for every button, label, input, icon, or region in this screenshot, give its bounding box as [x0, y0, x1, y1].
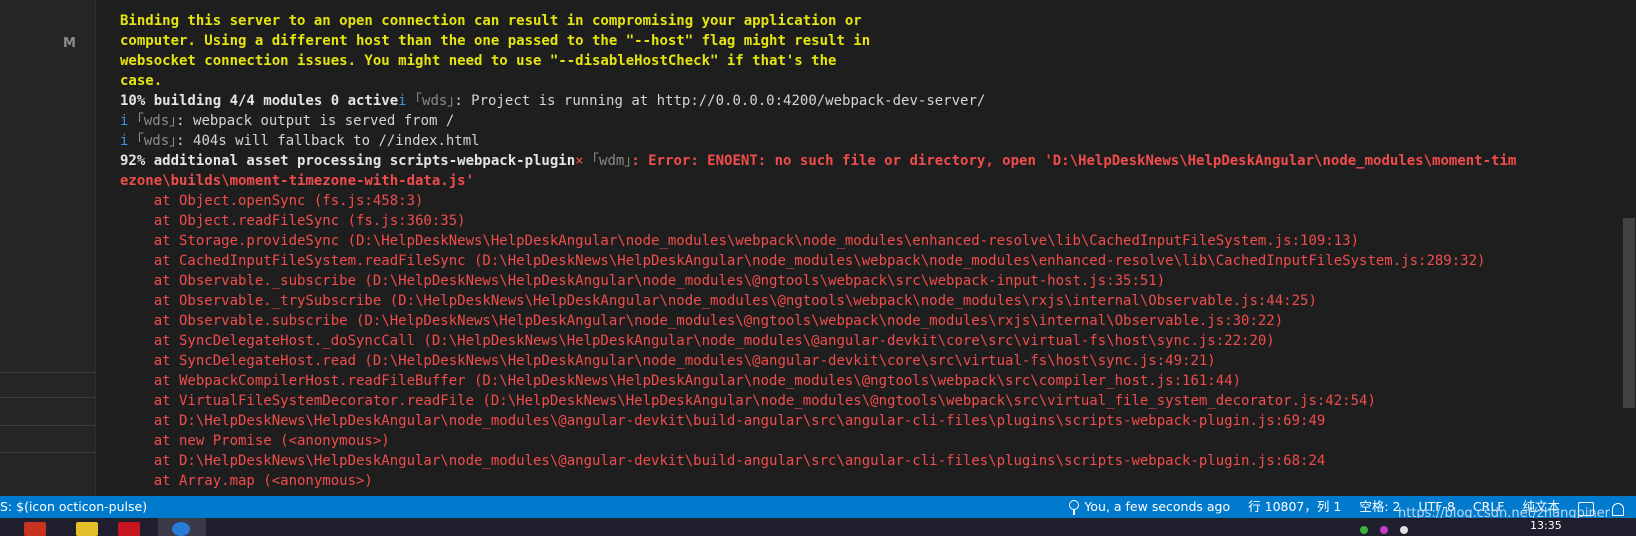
- terminal-text-segment: at Observable._trySubscribe (D:\HelpDesk…: [120, 293, 1317, 309]
- scrollbar-thumb[interactable]: [1623, 218, 1635, 408]
- vscode-taskbar-icon: [172, 522, 190, 536]
- terminal-text-segment: at Object.readFileSync (fs.js:360:35): [120, 213, 466, 229]
- terminal-text-segment: : Project is running at http://0.0.0.0:4…: [454, 93, 986, 109]
- terminal-line: i ｢wds｣: webpack output is served from /: [120, 111, 1618, 131]
- terminal-text-segment: ｢wds｣: [136, 133, 177, 149]
- git-blame-label: You, a few seconds ago: [1084, 499, 1231, 514]
- taskbar-app-icon[interactable]: [118, 522, 140, 536]
- terminal-line: at new Promise (<anonymous>): [120, 431, 1618, 451]
- terminal-text-segment: ｢wdm｣: [592, 153, 632, 169]
- terminal-scrollbar[interactable]: [1618, 0, 1636, 496]
- terminal-line: at SyncDelegateHost.read (D:\HelpDeskNew…: [120, 351, 1618, 371]
- terminal-text-segment: computer. Using a different host than th…: [120, 33, 871, 49]
- git-commit-icon: [1069, 500, 1080, 515]
- terminal-text-segment: at VirtualFileSystemDecorator.readFile (…: [120, 393, 1376, 409]
- terminal-line: at Array.map (<anonymous>): [120, 471, 1618, 491]
- terminal-text-segment: : webpack output is served from /: [176, 113, 455, 129]
- vscode-window: M Binding this server to an open connect…: [0, 0, 1636, 536]
- terminal-text-segment: Binding this server to an open connectio…: [120, 13, 862, 29]
- terminal-line: at Object.openSync (fs.js:458:3): [120, 191, 1618, 211]
- terminal-line: at Object.readFileSync (fs.js:360:35): [120, 211, 1618, 231]
- terminal-line: at WebpackCompilerHost.readFileBuffer (D…: [120, 371, 1618, 391]
- git-blame-item[interactable]: You, a few seconds ago: [1069, 496, 1230, 518]
- terminal-text-segment: ｢wds｣: [136, 113, 177, 129]
- terminal-line: at SyncDelegateHost._doSyncCall (D:\Help…: [120, 331, 1618, 351]
- terminal-text-segment: 10% building 4/4 modules 0 active: [120, 93, 399, 109]
- status-bar: S: $(icon octicon-pulse) You, a few seco…: [0, 496, 1636, 518]
- terminal-line: at Observable._trySubscribe (D:\HelpDesk…: [120, 291, 1618, 311]
- terminal-text-segment: case.: [120, 73, 163, 89]
- terminal-line: 10% building 4/4 modules 0 activei ｢wds｣…: [120, 91, 1618, 111]
- terminal-text-segment: at new Promise (<anonymous>): [120, 433, 390, 449]
- taskbar-active-app[interactable]: [158, 518, 206, 536]
- terminal-text-segment: i: [398, 93, 416, 109]
- taskbar-app-icon[interactable]: [24, 522, 46, 536]
- terminal-text-segment: at D:\HelpDeskNews\HelpDeskAngular\node_…: [120, 453, 1326, 469]
- terminal-text-segment: websocket connection issues. You might n…: [120, 53, 837, 69]
- terminal-text-segment: at Array.map (<anonymous>): [120, 473, 373, 489]
- terminal-output: Binding this server to an open connectio…: [120, 11, 1618, 491]
- terminal-text-segment: at CachedInputFileSystem.readFileSync (D…: [120, 253, 1486, 269]
- notifications-bell-icon[interactable]: [1612, 502, 1624, 516]
- terminal-text-segment: at Observable._subscribe (D:\HelpDeskNew…: [120, 273, 1166, 289]
- tray-icon[interactable]: [1380, 526, 1388, 534]
- terminal-line: Binding this server to an open connectio…: [120, 11, 1618, 31]
- terminal-panel[interactable]: Binding this server to an open connectio…: [96, 0, 1618, 496]
- terminal-text-segment: at Storage.provideSync (D:\HelpDeskNews\…: [120, 233, 1360, 249]
- status-left-item[interactable]: S: $(icon octicon-pulse): [0, 496, 147, 518]
- terminal-text-segment: ezone\builds\moment-timezone-with-data.j…: [120, 173, 475, 189]
- terminal-line: i ｢wds｣: 404s will fallback to //index.h…: [120, 131, 1618, 151]
- explorer-sidebar: M: [0, 0, 96, 496]
- terminal-line: 92% additional asset processing scripts-…: [120, 151, 1618, 171]
- terminal-text-segment: at Object.openSync (fs.js:458:3): [120, 193, 424, 209]
- terminal-text-segment: i: [120, 113, 137, 129]
- indentation-setting[interactable]: 空格: 2: [1359, 496, 1400, 518]
- terminal-line: at D:\HelpDeskNews\HelpDeskAngular\node_…: [120, 411, 1618, 431]
- terminal-line: case.: [120, 71, 1618, 91]
- terminal-text-segment: : Error: ENOENT: no such file or directo…: [631, 153, 1517, 169]
- cursor-position[interactable]: 行 10807，列 1: [1248, 496, 1341, 518]
- terminal-text-segment: : 404s will fallback to //index.html: [176, 133, 480, 149]
- terminal-text-segment: at Observable.subscribe (D:\HelpDeskNews…: [120, 313, 1284, 329]
- sidebar-divider: [0, 397, 95, 398]
- terminal-line: at Storage.provideSync (D:\HelpDeskNews\…: [120, 231, 1618, 251]
- terminal-text-segment: 92% additional asset processing scripts-…: [120, 153, 576, 169]
- terminal-line: at VirtualFileSystemDecorator.readFile (…: [120, 391, 1618, 411]
- tray-icon[interactable]: [1360, 526, 1368, 534]
- terminal-line: at Observable._subscribe (D:\HelpDeskNew…: [120, 271, 1618, 291]
- terminal-line: at D:\HelpDeskNews\HelpDeskAngular\node_…: [120, 451, 1618, 471]
- tray-icon[interactable]: [1400, 526, 1408, 534]
- terminal-text-segment: at D:\HelpDeskNews\HelpDeskAngular\node_…: [120, 413, 1326, 429]
- terminal-line: at Observable.subscribe (D:\HelpDeskNews…: [120, 311, 1618, 331]
- terminal-line: ezone\builds\moment-timezone-with-data.j…: [120, 171, 1618, 191]
- taskbar-folder-icon[interactable]: [76, 522, 98, 536]
- sidebar-divider: [0, 452, 95, 453]
- terminal-text-segment: ×: [575, 153, 593, 169]
- terminal-line: at CachedInputFileSystem.readFileSync (D…: [120, 251, 1618, 271]
- sidebar-divider: [0, 425, 95, 426]
- terminal-line: websocket connection issues. You might n…: [120, 51, 1618, 71]
- sidebar-divider: [0, 372, 95, 373]
- modified-badge: M: [63, 36, 76, 51]
- terminal-text-segment: at WebpackCompilerHost.readFileBuffer (D…: [120, 373, 1242, 389]
- taskbar-clock[interactable]: 13:35: [1530, 519, 1562, 532]
- terminal-text-segment: at SyncDelegateHost.read (D:\HelpDeskNew…: [120, 353, 1216, 369]
- terminal-text-segment: ｢wds｣: [415, 93, 455, 109]
- windows-taskbar: 13:35: [0, 518, 1636, 536]
- terminal-text-segment: at SyncDelegateHost._doSyncCall (D:\Help…: [120, 333, 1275, 349]
- terminal-line: computer. Using a different host than th…: [120, 31, 1618, 51]
- terminal-text-segment: i: [120, 133, 137, 149]
